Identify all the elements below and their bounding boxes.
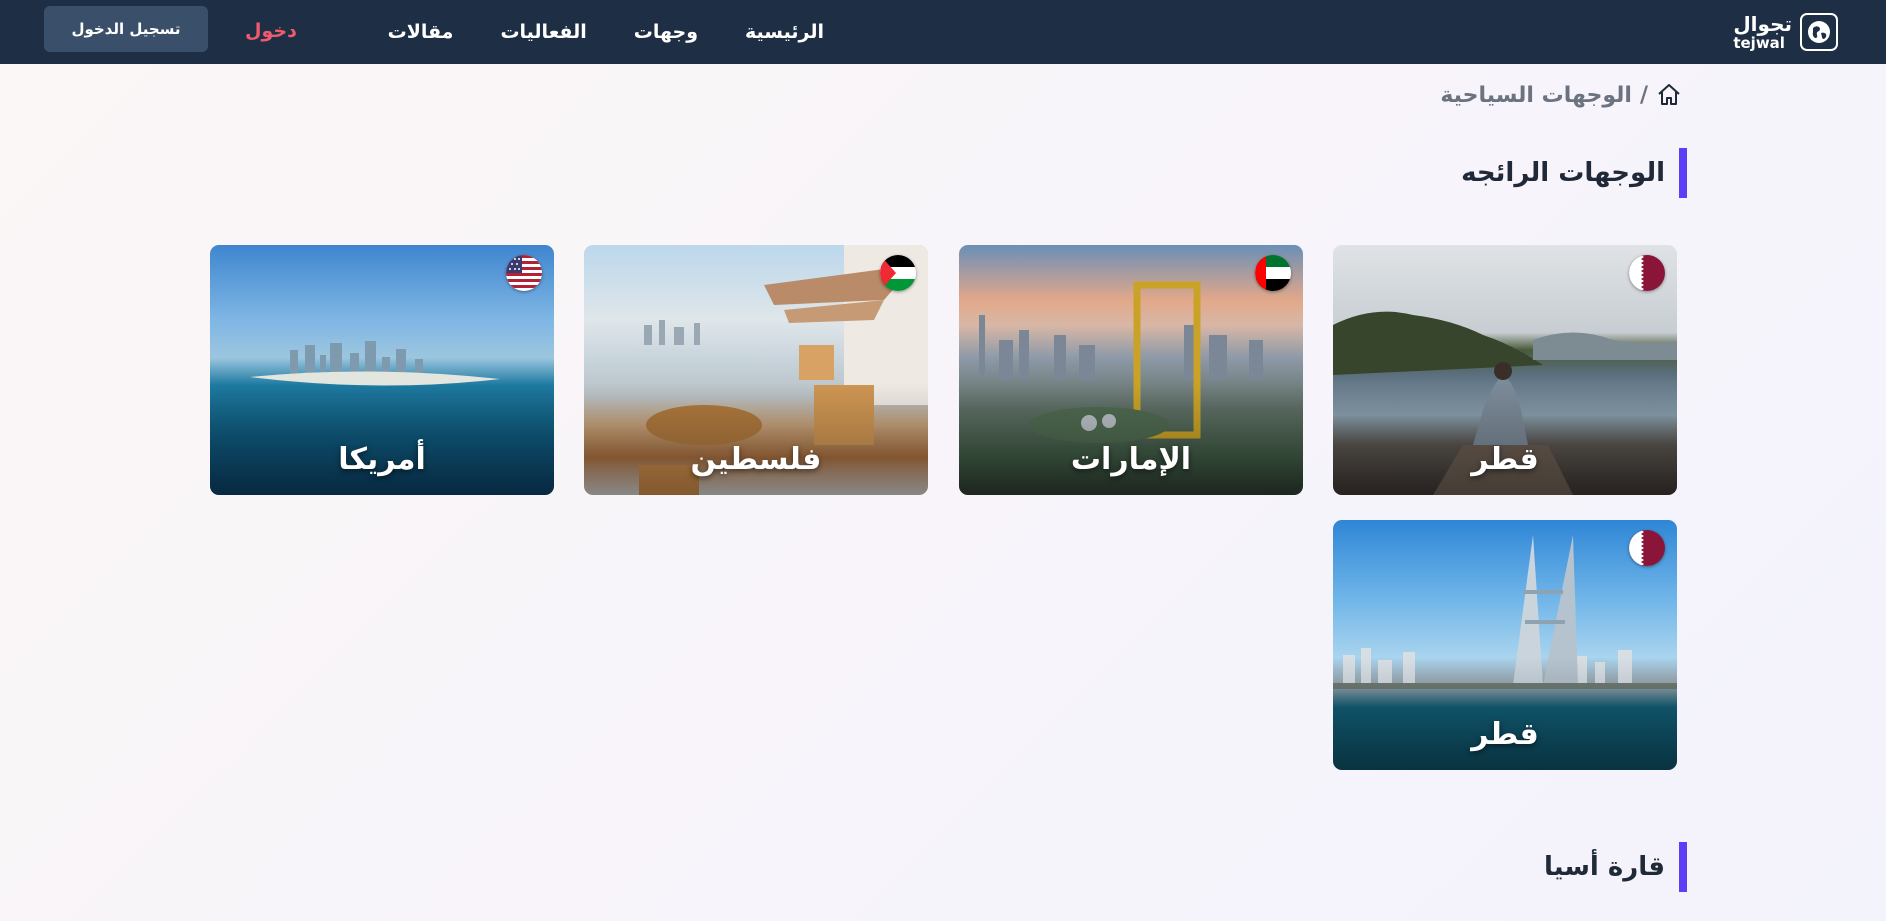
destination-name: فلسطين [690,442,822,477]
home-icon[interactable] [1656,82,1682,108]
destination-card[interactable]: قطر [1333,520,1677,770]
destination-card[interactable]: قطر [1333,245,1677,495]
destination-name: أمريكا [338,442,426,477]
qatar-flag-icon [1629,530,1665,566]
usa-flag-icon [506,255,542,291]
section-title-asia: قارة أسيا [1543,842,1687,892]
nav-link-events[interactable]: الفعاليات [500,21,586,43]
main-nav: الرئيسية وجهات الفعاليات مقالات [388,0,824,64]
breadcrumb-current: الوجهات السياحية [1440,82,1632,108]
nav-link-home[interactable]: الرئيسية [745,21,824,43]
qatar-flag-icon [1629,255,1665,291]
section-title-trending: الوجهات الرائجه [1461,148,1687,198]
destination-card[interactable]: الإمارات [959,245,1303,495]
section-title-text: الوجهات الرائجه [1461,158,1665,188]
section-accent-bar [1679,842,1687,892]
nav-link-destinations[interactable]: وجهات [634,21,698,43]
globe-icon [1800,13,1838,51]
navbar: تجوال tejwal الرئيسية وجهات الفعاليات مق… [0,0,1886,64]
destination-card[interactable]: فلسطين [584,245,928,495]
section-title-text: قارة أسيا [1543,852,1665,882]
destination-card[interactable]: أمريكا [210,245,554,495]
breadcrumb-separator: / [1639,82,1648,108]
breadcrumb: / الوجهات السياحية [1440,80,1682,110]
destination-name: قطر [1471,442,1539,477]
section-accent-bar [1679,148,1687,198]
signup-button[interactable]: تسجيل الدخول [44,6,208,52]
logo-latin-text: tejwal [1733,33,1785,52]
palestine-flag-icon [880,255,916,291]
uae-flag-icon [1255,255,1291,291]
nav-link-articles[interactable]: مقالات [388,21,454,43]
login-link[interactable]: دخول [241,14,301,48]
destination-name: قطر [1471,717,1539,752]
destination-name: الإمارات [1070,442,1192,477]
site-logo[interactable]: تجوال tejwal [1718,10,1838,54]
logo-arabic-text: تجوال [1733,11,1792,36]
